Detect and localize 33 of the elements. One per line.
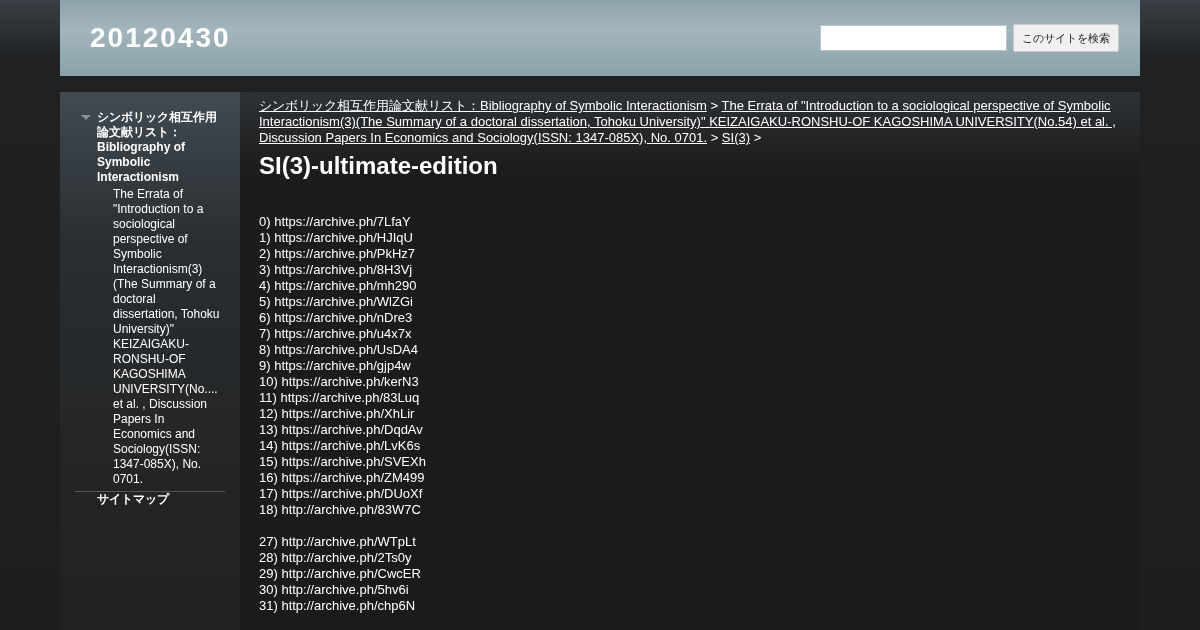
archive-link-line: 12) https://archive.ph/XhLir: [259, 406, 416, 422]
archive-link-line: 2) https://archive.ph/PkHz7: [259, 246, 417, 262]
archive-link-line: 9) https://archive.ph/gjp4w: [259, 358, 412, 374]
archive-link-line: 29) http://archive.ph/CwcER: [259, 566, 422, 582]
archive-link-line: 17) https://archive.ph/DUoXf: [259, 486, 424, 502]
archive-link-line: 31) http://archive.ph/chp6N: [259, 598, 417, 614]
archive-link-line: 10) https://archive.ph/kerN3: [259, 374, 420, 390]
archive-link-line: 11) https://archive.ph/83Luq: [259, 390, 421, 406]
archive-link-line: 5) https://archive.ph/WlZGi: [259, 294, 414, 310]
archive-link-line: 27) http://archive.ph/WTpLt: [259, 534, 417, 550]
archive-link-line: 15) https://archive.ph/SVEXh: [259, 454, 427, 470]
archive-link-line: 28) http://archive.ph/2Ts0y: [259, 550, 413, 566]
archive-link-line: 30) http://archive.ph/5hv6i: [259, 582, 410, 598]
sidebar-item[interactable]: シンボリック相互作用論文献リスト：Bibliography of Symbolic Interactionism: [97, 110, 225, 185]
site-title: 20120430: [90, 22, 231, 54]
sidebar-item[interactable]: サイトマップ: [97, 492, 169, 507]
archive-link-line: 7) https://archive.ph/u4x7x: [259, 326, 413, 342]
archive-link-line: 0) https://archive.ph/7LfaY: [259, 214, 412, 230]
archive-link-line: 18) http://archive.ph/83W7C: [259, 502, 422, 518]
expand-arrow-icon[interactable]: [81, 113, 91, 123]
sidebar-subitem[interactable]: The Errata of "Introduction to a sociological perspective of Symbolic Interactionism(3)(The Summary of a doctoral dissertation, Tohoku University)" KEIZAIGAKU-RONSHU-OF KAGOSHIMA UNIVERSITY(No.... et al. , Discussion Papers In Economics and Sociology(ISSN: 1347-085X), No. 0701.: [75, 185, 225, 489]
archive-link-line: 6) https://archive.ph/nDre3: [259, 310, 414, 326]
breadcrumb-trail[interactable]: シンボリック相互作用論文献リスト：Bibliography of Symbolic Interactionism > The Errata of "Introduction to a sociological perspective of Symbolic Interactionism(3)(The Summary of a doctoral dissertation, Tohoku University)" KEIZAIGAKU-RONSHU-OF KAGOSHIMA UNIVERSITY(No.54) et al. , Discussion Papers In Economics and Sociology(ISSN: 1347-085X), No. 0701. > SI(3) >: [259, 98, 1121, 146]
archive-link-line: 16) https://archive.ph/ZM499: [259, 470, 426, 486]
archive-link-line: 3) https://archive.ph/8H3Vj: [259, 262, 414, 278]
search-field[interactable]: [820, 25, 1007, 51]
archive-link-line: 4) https://archive.ph/mh290: [259, 278, 418, 294]
archive-link-line: 8) https://archive.ph/UsDA4: [259, 342, 419, 358]
page-title: SI(3)-ultimate-edition: [259, 152, 499, 180]
archive-link-line: 1) https://archive.ph/HJIqU: [259, 230, 414, 246]
search-button[interactable]: このサイトを検索: [1013, 24, 1119, 52]
archive-link-line: 14) https://archive.ph/LvK6s: [259, 438, 422, 454]
archive-link-line: 13) https://archive.ph/DqdAv: [259, 422, 424, 438]
